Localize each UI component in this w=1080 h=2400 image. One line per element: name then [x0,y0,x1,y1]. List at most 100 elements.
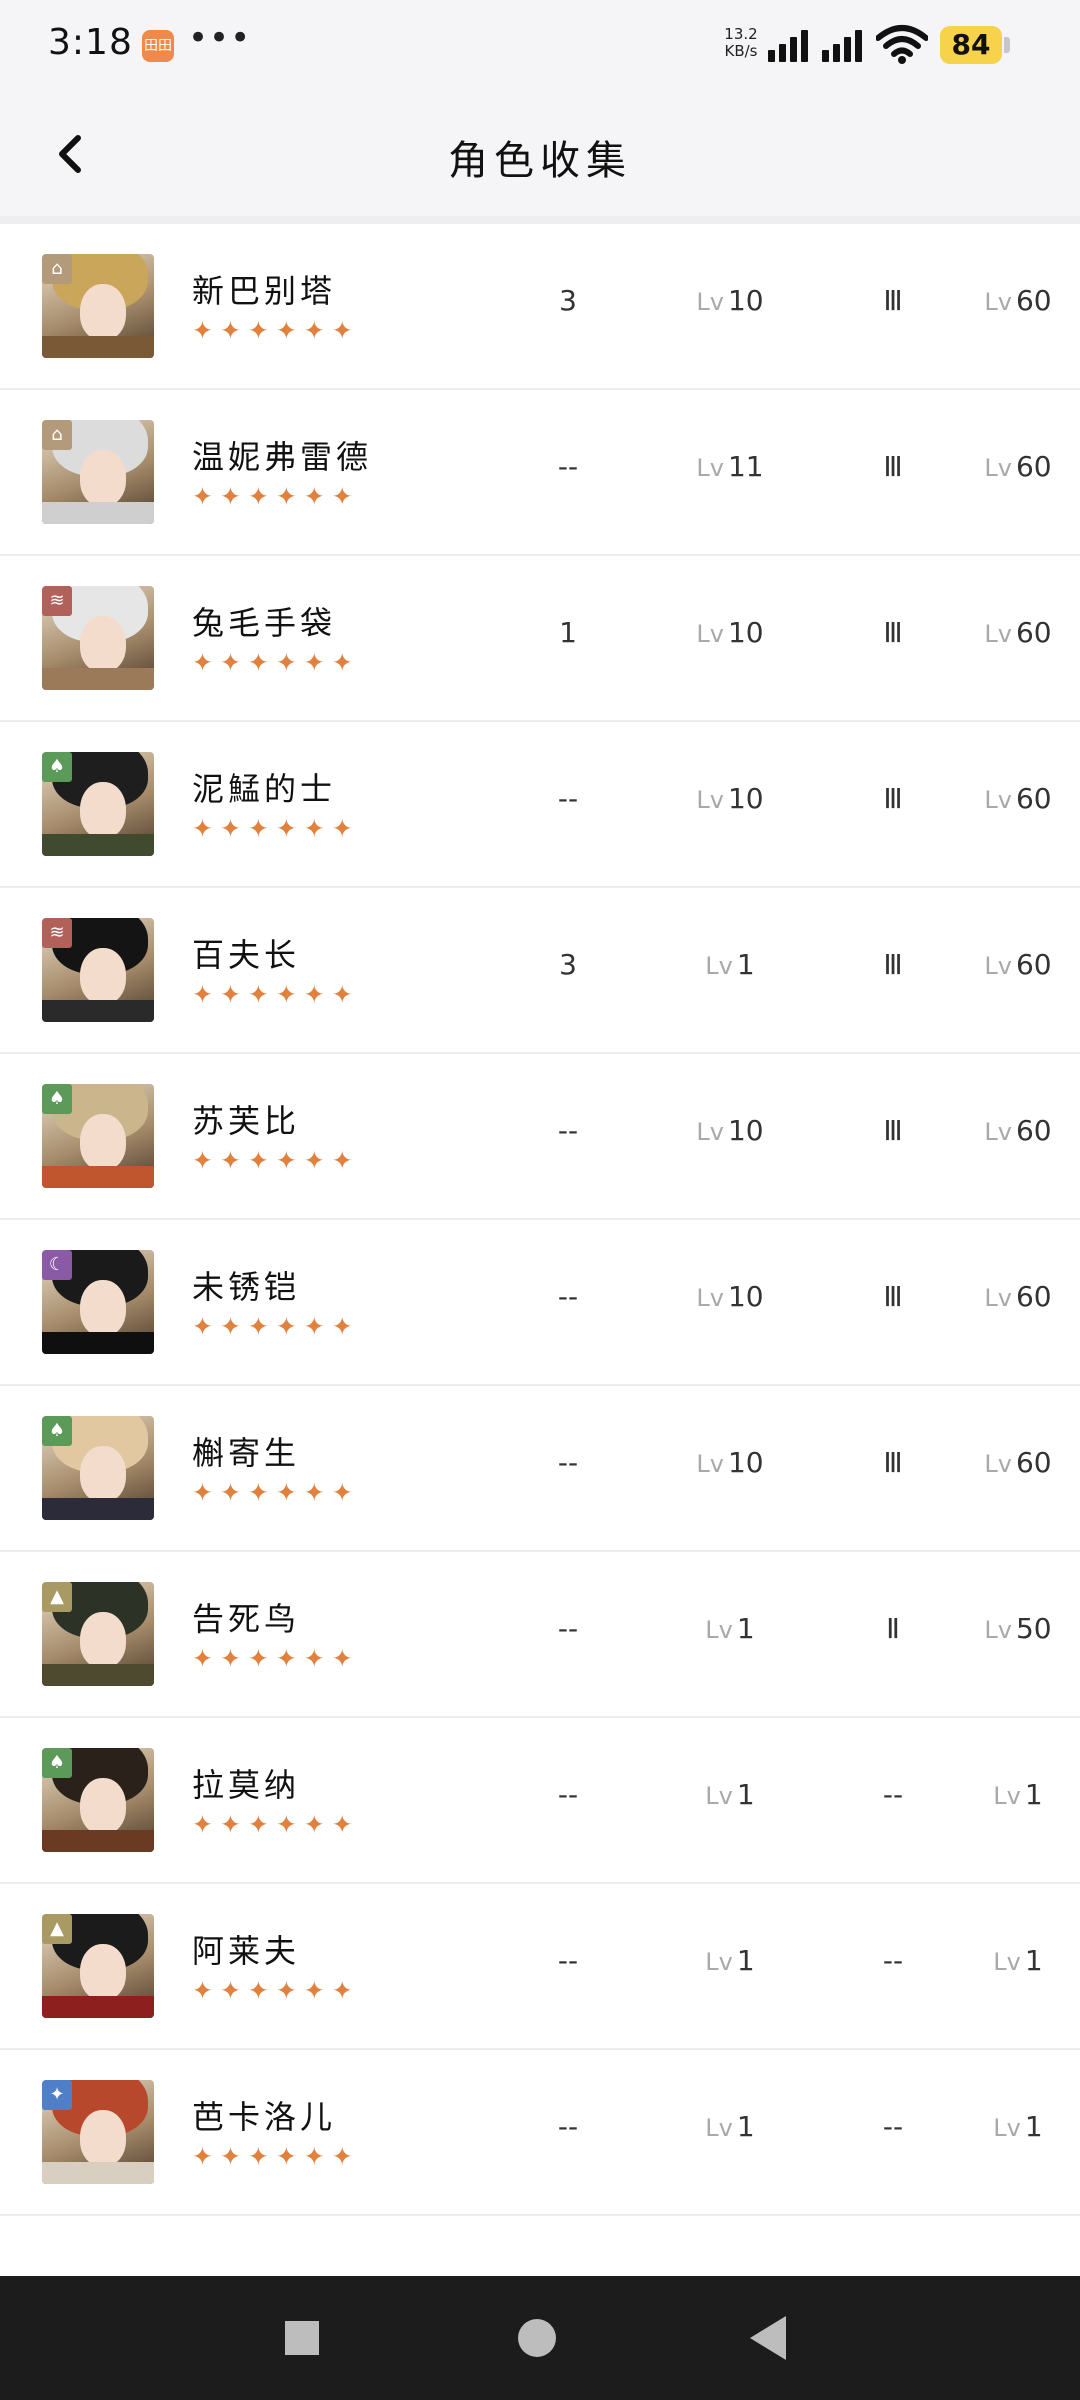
skill-level-value: 1 [736,2110,755,2143]
insight-tier: Ⅲ [883,782,903,815]
rarity-stars: ✦✦✦✦✦✦ [192,316,360,345]
system-back-button[interactable] [750,2316,786,2360]
leaf-icon: ♠ [42,752,72,782]
rarity-stars: ✦✦✦✦✦✦ [192,1478,360,1507]
signal-icon [768,30,808,62]
list-item[interactable]: ♠ 槲寄生 ✦✦✦✦✦✦ -- Lv 10 Ⅲ Lv 60 [0,1386,1080,1552]
moon-icon: ☾ [42,1250,72,1280]
rarity-stars: ✦✦✦✦✦✦ [192,1976,360,2005]
character-level-value: 60 [1015,450,1052,483]
app-header: 角色收集 [0,92,1080,216]
character-name: 苏芙比 [192,1102,301,1140]
level-prefix: Lv [984,1284,1012,1312]
character-name: 兔毛手袋 [192,604,337,642]
character-name: 拉莫纳 [192,1766,301,1804]
list-item[interactable]: ✦ 芭卡洛儿 ✦✦✦✦✦✦ -- Lv 1 -- Lv 1 [0,2050,1080,2216]
insight-count: -- [557,1446,579,1479]
level-prefix: Lv [705,2114,733,2142]
character-level-value: 60 [1015,1280,1052,1313]
character-avatar: ♠ [42,1084,154,1188]
tower-icon: ⌂ [42,254,72,284]
avatar-clothing [42,2162,154,2184]
insight-count: -- [557,450,579,483]
character-name: 百夫长 [192,936,301,974]
insight-tier: Ⅱ [886,1612,900,1645]
insight-tier: -- [882,1778,904,1811]
character-avatar: ✦ [42,2080,154,2184]
pyramid-icon: ▲ [42,1914,72,1944]
list-item[interactable]: ⌂ 温妮弗雷德 ✦✦✦✦✦✦ -- Lv 11 Ⅲ Lv 60 [0,390,1080,556]
skill-level-value: 10 [727,782,764,815]
avatar-clothing [42,1000,154,1022]
character-level-value: 1 [1024,1944,1043,1977]
character-avatar: ≋ [42,586,154,690]
list-item[interactable]: ♠ 拉莫纳 ✦✦✦✦✦✦ -- Lv 1 -- Lv 1 [0,1718,1080,1884]
character-level-value: 60 [1015,616,1052,649]
insight-count: -- [557,1280,579,1313]
recent-apps-button[interactable] [285,2321,319,2355]
skill-level-value: 1 [736,1944,755,1977]
avatar-clothing [42,1166,154,1188]
list-item[interactable]: ☾ 未锈铠 ✦✦✦✦✦✦ -- Lv 10 Ⅲ Lv 60 [0,1220,1080,1386]
list-item[interactable]: ≋ 兔毛手袋 ✦✦✦✦✦✦ 1 Lv 10 Ⅲ Lv 60 [0,556,1080,722]
character-level-value: 60 [1015,948,1052,981]
avatar-clothing [42,1498,154,1520]
skill-level-value: 11 [727,450,764,483]
level-prefix: Lv [696,786,724,814]
page-title: 角色收集 [448,138,632,184]
skill-level-value: 10 [727,284,764,317]
avatar-clothing [42,502,154,524]
list-item[interactable]: ♠ 苏芙比 ✦✦✦✦✦✦ -- Lv 10 Ⅲ Lv 60 [0,1054,1080,1220]
insight-tier: Ⅲ [883,1280,903,1313]
level-prefix: Lv [984,1616,1012,1644]
list-item[interactable]: ♠ 泥鯭的士 ✦✦✦✦✦✦ -- Lv 10 Ⅲ Lv 60 [0,722,1080,888]
status-time: 3:18 [48,22,133,63]
level-prefix: Lv [984,454,1012,482]
network-speed-unit: KB/s [724,42,758,60]
avatar-clothing [42,336,154,358]
skill-level: Lv 10 [660,1114,800,1147]
insight-tier: Ⅲ [883,1446,903,1479]
skill-level-value: 1 [736,1612,755,1645]
battery-icon: 84 [940,26,1002,64]
character-name: 泥鯭的士 [192,770,337,808]
character-name: 槲寄生 [192,1434,301,1472]
skill-level: Lv 1 [660,1944,800,1977]
insight-tier: Ⅲ [883,284,903,317]
character-level: Lv 1 [958,1778,1078,1811]
character-list[interactable]: ⌂ 新巴别塔 ✦✦✦✦✦✦ 3 Lv 10 Ⅲ Lv 60 ⌂ 温妮弗雷德 ✦✦✦✦✦✦ -- Lv 11 Ⅲ… [0,224,1080,2216]
leaf-icon: ♠ [42,1416,72,1446]
level-prefix: Lv [984,288,1012,316]
rarity-stars: ✦✦✦✦✦✦ [192,814,360,843]
avatar-face [80,1778,126,1834]
list-item[interactable]: ▲ 告死鸟 ✦✦✦✦✦✦ -- Lv 1 Ⅱ Lv 50 [0,1552,1080,1718]
rarity-stars: ✦✦✦✦✦✦ [192,1146,360,1175]
home-button[interactable] [518,2319,556,2357]
character-level-value: 60 [1015,284,1052,317]
character-avatar: ≋ [42,918,154,1022]
character-level-value: 60 [1015,1114,1052,1147]
level-prefix: Lv [984,1118,1012,1146]
status-bar: 3:18 田田 ••• 13.2 KB/s 84 [0,0,1080,92]
skill-level: Lv 10 [660,1446,800,1479]
avatar-clothing [42,668,154,690]
insight-count: -- [557,782,579,815]
list-item[interactable]: ≋ 百夫长 ✦✦✦✦✦✦ 3 Lv 1 Ⅲ Lv 60 [0,888,1080,1054]
rarity-stars: ✦✦✦✦✦✦ [192,1644,360,1673]
character-level: Lv 60 [958,1280,1078,1313]
wifi-icon [876,25,928,64]
character-avatar: ⌂ [42,254,154,358]
list-item[interactable]: ▲ 阿莱夫 ✦✦✦✦✦✦ -- Lv 1 -- Lv 1 [0,1884,1080,2050]
level-prefix: Lv [696,1450,724,1478]
network-speed-value: 13.2 [724,25,758,43]
avatar-face [80,284,126,340]
character-level: Lv 60 [958,782,1078,815]
insight-tier: Ⅲ [883,616,903,649]
list-item[interactable]: ⌂ 新巴别塔 ✦✦✦✦✦✦ 3 Lv 10 Ⅲ Lv 60 [0,224,1080,390]
rarity-stars: ✦✦✦✦✦✦ [192,1810,360,1839]
character-avatar: ♠ [42,752,154,856]
level-prefix: Lv [696,620,724,648]
level-prefix: Lv [984,1450,1012,1478]
rarity-stars: ✦✦✦✦✦✦ [192,980,360,1009]
level-prefix: Lv [696,1118,724,1146]
